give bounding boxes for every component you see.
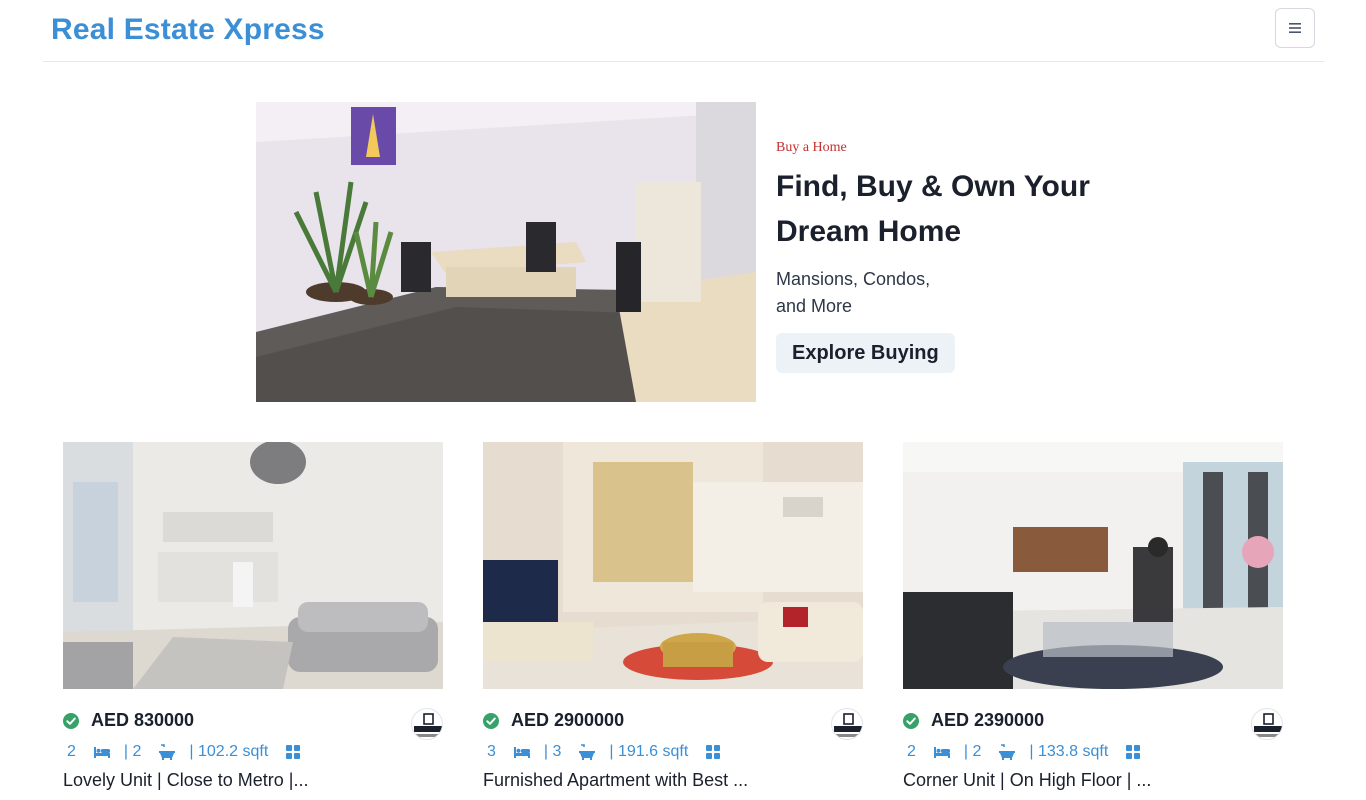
bed-icon bbox=[933, 745, 950, 759]
listing-image[interactable] bbox=[903, 442, 1283, 689]
hero-banner: Buy a Home Find, Buy & Own Your Dream Ho… bbox=[256, 102, 1116, 402]
agency-logo[interactable] bbox=[1251, 708, 1283, 740]
agency-logo[interactable] bbox=[831, 708, 863, 740]
hero-subtitle: Mansions, Condos, and More bbox=[776, 269, 931, 316]
listing-area: | 133.8 sqft bbox=[1029, 743, 1109, 760]
listing-card[interactable]: AED 830000 2 | 2 | 102.2 sqft Lovely Uni… bbox=[63, 442, 443, 800]
listing-price: AED 830000 bbox=[91, 710, 195, 730]
bath-icon bbox=[579, 744, 596, 760]
listing-price: AED 2900000 bbox=[511, 710, 625, 730]
price-row: AED 2900000 bbox=[483, 708, 863, 740]
listing-price: AED 2390000 bbox=[931, 710, 1045, 730]
bathroom-count: | 2 bbox=[123, 743, 142, 760]
grid-icon bbox=[1126, 745, 1141, 759]
check-badge-icon bbox=[903, 713, 919, 729]
grid-icon bbox=[286, 745, 301, 759]
hamburger-icon bbox=[1289, 23, 1301, 33]
check-badge-icon bbox=[63, 713, 79, 729]
bath-icon bbox=[999, 744, 1016, 760]
listing-image[interactable] bbox=[63, 442, 443, 689]
bathroom-count: | 3 bbox=[543, 743, 562, 760]
agency-logo[interactable] bbox=[411, 708, 443, 740]
grid-icon bbox=[706, 745, 721, 759]
hero-title: Find, Buy & Own Your Dream Home bbox=[776, 170, 1090, 248]
menu-button[interactable] bbox=[1275, 8, 1315, 48]
check-badge-icon bbox=[483, 713, 499, 729]
bed-icon bbox=[93, 745, 110, 759]
listing-stats: 2 | 2 | 133.8 sqft bbox=[903, 742, 1152, 762]
price-row: AED 830000 bbox=[63, 708, 443, 740]
hero-eyebrow: Buy a Home bbox=[776, 140, 847, 155]
listing-title[interactable]: Furnished Apartment with Best ... bbox=[483, 770, 748, 791]
listing-stats: 3 | 3 | 191.6 sqft bbox=[483, 742, 732, 762]
bedroom-count: 2 bbox=[907, 743, 916, 760]
price-row: AED 2390000 bbox=[903, 708, 1283, 740]
hero-image bbox=[256, 102, 756, 402]
listing-image[interactable] bbox=[483, 442, 863, 689]
hero-text: Buy a Home Find, Buy & Own Your Dream Ho… bbox=[776, 140, 1116, 373]
navbar: Real Estate Xpress bbox=[43, 0, 1324, 62]
bed-icon bbox=[513, 745, 530, 759]
brand-logo[interactable]: Real Estate Xpress bbox=[51, 13, 325, 47]
bedroom-count: 2 bbox=[67, 743, 76, 760]
bathroom-count: | 2 bbox=[963, 743, 982, 760]
listing-card[interactable]: AED 2900000 3 | 3 | 191.6 sqft Furnished… bbox=[483, 442, 863, 800]
listing-area: | 191.6 sqft bbox=[609, 743, 689, 760]
bedroom-count: 3 bbox=[487, 743, 496, 760]
listing-area: | 102.2 sqft bbox=[189, 743, 269, 760]
listing-title[interactable]: Corner Unit | On High Floor | ... bbox=[903, 770, 1151, 791]
explore-buying-button[interactable]: Explore Buying bbox=[776, 333, 955, 373]
listing-title[interactable]: Lovely Unit | Close to Metro |... bbox=[63, 770, 308, 791]
bath-icon bbox=[159, 744, 176, 760]
listing-stats: 2 | 2 | 102.2 sqft bbox=[63, 742, 312, 762]
listing-card[interactable]: AED 2390000 2 | 2 | 133.8 sqft Corner Un… bbox=[903, 442, 1283, 800]
